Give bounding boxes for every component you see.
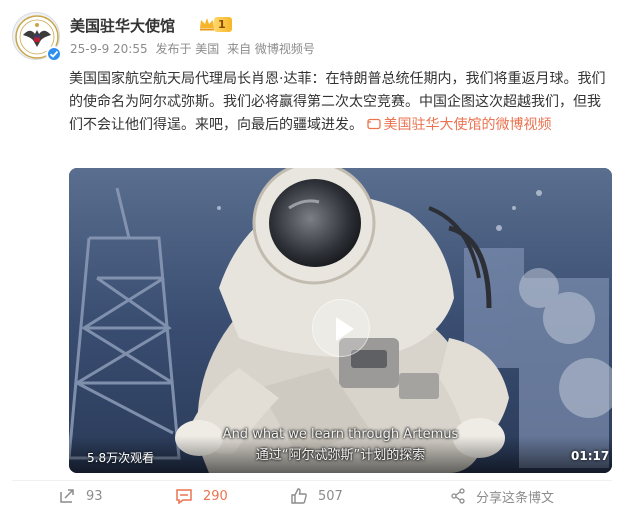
- video-link-text[interactable]: 美国驻华大使馆的微博视频: [383, 117, 551, 133]
- like-count: 507: [318, 488, 343, 504]
- post-header: 美国驻华大使馆 1 25-9-9 20:55 发布于 美国 来自 微博视频号: [12, 10, 612, 66]
- post-location: 发布于 美国: [155, 42, 220, 56]
- repost-count: 93: [86, 488, 103, 504]
- post-actions-bar: 93 290 507 分享这条博文: [0, 483, 623, 509]
- video-link[interactable]: 美国驻华大使馆的微博视频: [367, 117, 551, 133]
- video-link-icon: [367, 118, 382, 130]
- verified-icon: [46, 46, 62, 62]
- share-icon: [451, 488, 465, 504]
- post-text: 美国国家航空航天局代理局长肖恩·达菲：在特朗普总统任期内，我们将重返月球。我们的…: [69, 68, 613, 137]
- repost-icon: [60, 489, 74, 503]
- post-source[interactable]: 来自 微博视频号: [227, 42, 315, 56]
- share-button[interactable]: 分享这条博文: [450, 483, 554, 509]
- actions-divider: [12, 480, 612, 481]
- member-level-badge[interactable]: 1: [214, 17, 232, 32]
- comment-icon: [176, 489, 192, 504]
- account-name[interactable]: 美国驻华大使馆: [70, 15, 175, 36]
- comment-button[interactable]: 290: [175, 483, 228, 509]
- share-label: 分享这条博文: [476, 490, 555, 506]
- video-duration: 01:17: [571, 449, 610, 463]
- post-meta: 25-9-9 20:55 发布于 美国 来自 微博视频号: [70, 40, 319, 57]
- comment-count: 290: [203, 488, 228, 504]
- video-view-count: 5.8万次观看: [87, 451, 155, 465]
- thumbs-up-icon: [291, 488, 307, 504]
- subtitle-english: And what we learn through Artemus: [222, 427, 459, 442]
- play-button-icon[interactable]: [312, 299, 370, 357]
- post-timestamp[interactable]: 25-9-9 20:55: [70, 42, 148, 56]
- like-button[interactable]: 507: [290, 483, 343, 509]
- repost-button[interactable]: 93: [58, 483, 103, 509]
